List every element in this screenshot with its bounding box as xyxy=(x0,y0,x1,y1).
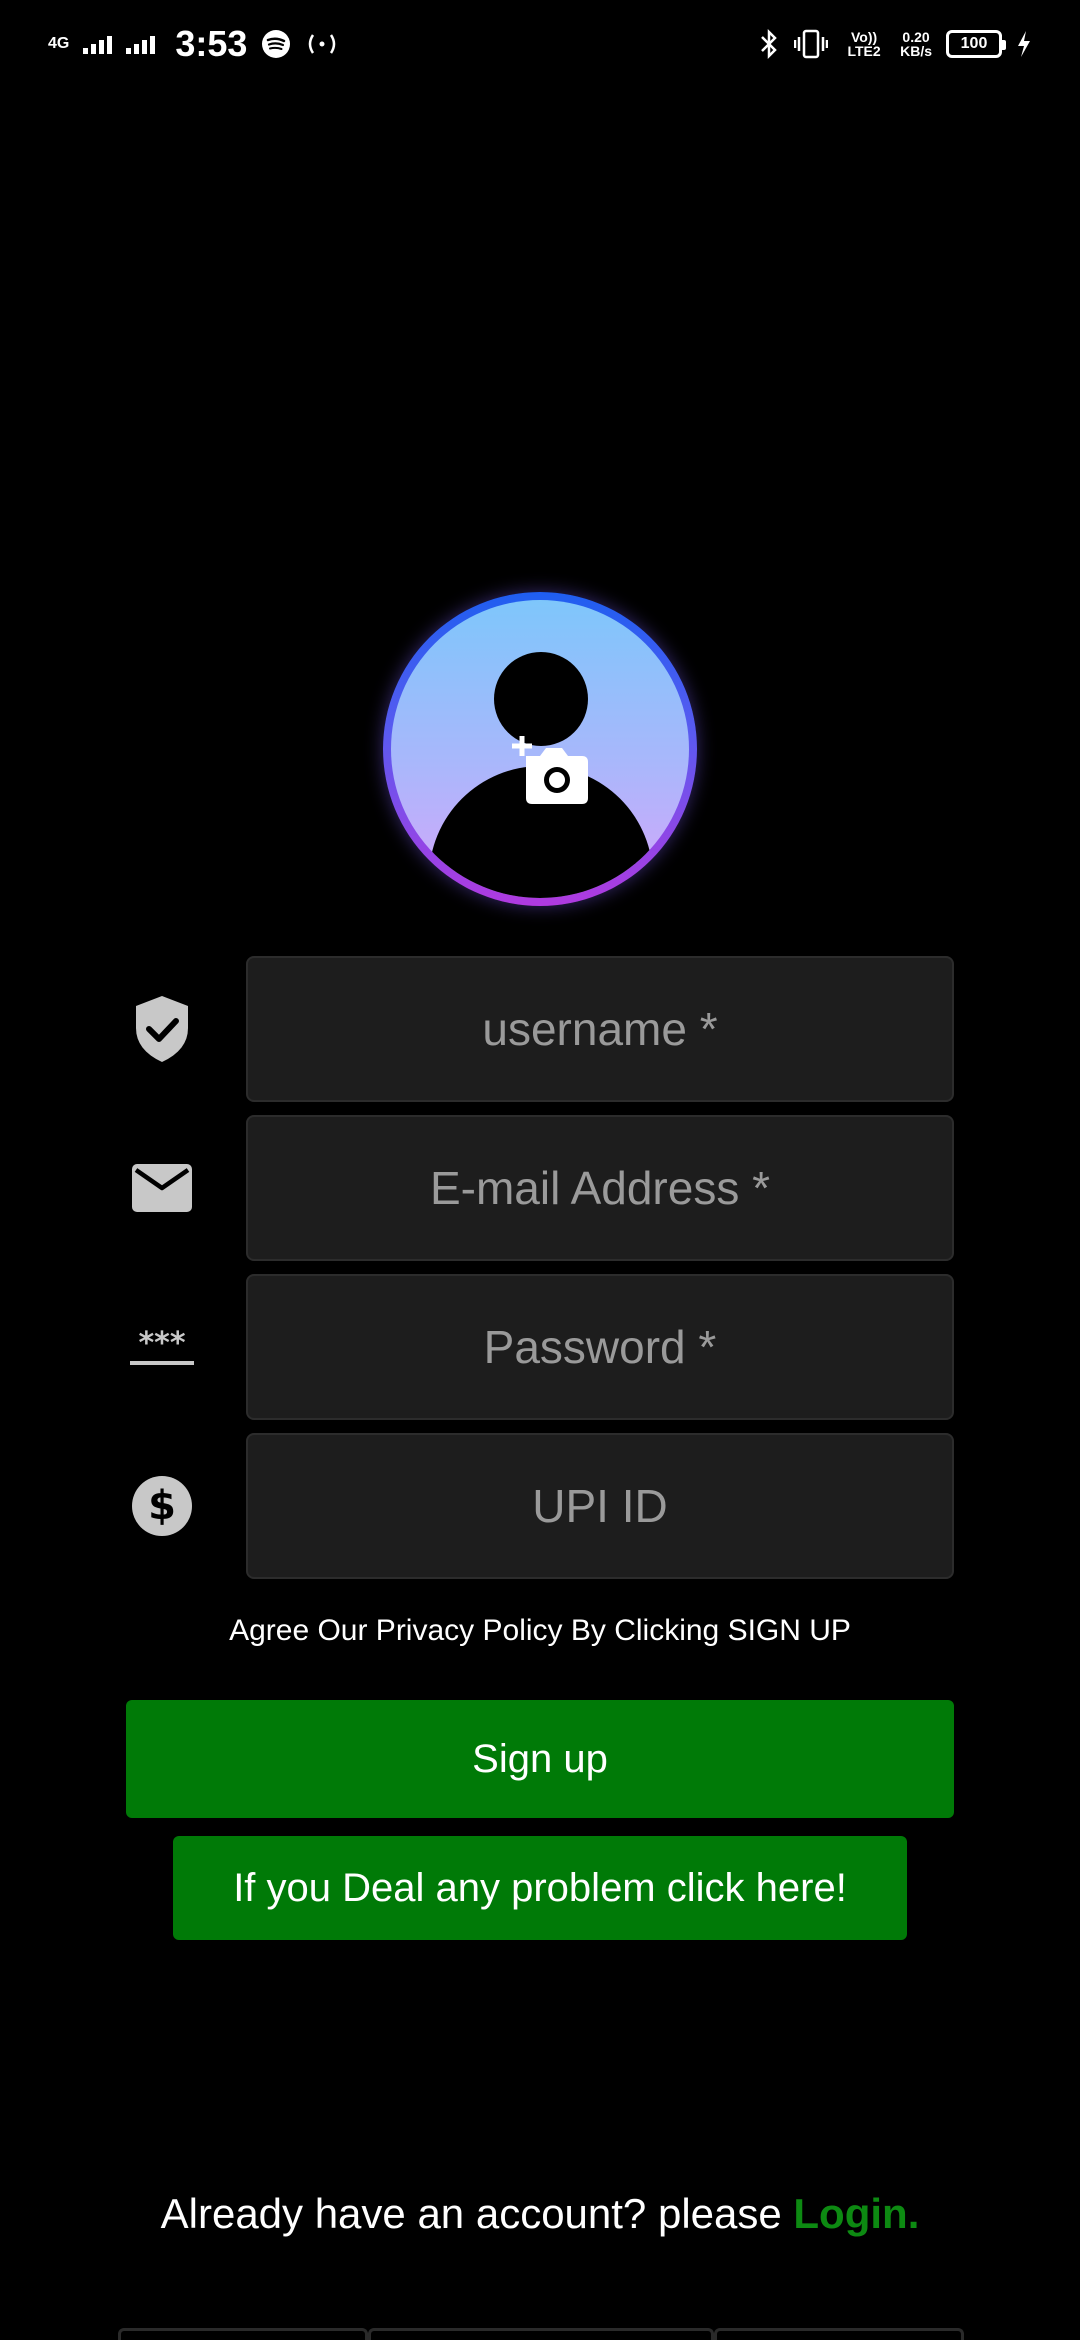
network-type: 4G xyxy=(48,35,70,52)
upi-row: $ xyxy=(0,1433,1080,1579)
password-icon: *** xyxy=(126,1311,198,1383)
username-input[interactable] xyxy=(248,958,952,1100)
charging-icon xyxy=(1018,31,1030,57)
nav-hint-center xyxy=(368,2328,714,2340)
net-speed: 0.20 KB/s xyxy=(900,30,932,58)
vibrate-icon xyxy=(794,29,829,59)
upi-field[interactable] xyxy=(246,1433,954,1579)
add-photo-icon[interactable] xyxy=(512,734,592,806)
volte-indicator: Vo)) LTE2 xyxy=(847,29,881,59)
email-row xyxy=(0,1115,1080,1261)
spotify-icon xyxy=(262,30,291,58)
dollar-icon: $ xyxy=(126,1470,198,1542)
avatar-head xyxy=(494,652,588,746)
email-field[interactable] xyxy=(246,1115,954,1261)
bluetooth-icon xyxy=(761,28,777,60)
signup-button[interactable]: Sign up xyxy=(126,1700,954,1818)
username-row xyxy=(0,956,1080,1102)
status-bar: 4G 3:53 Vo)) LTE2 0.20 KB/s 100 xyxy=(0,0,1080,88)
clock: 3:53 xyxy=(175,23,248,64)
signal-icon xyxy=(83,34,113,54)
login-prompt-row: Already have an account? please Login. xyxy=(0,2190,1080,2238)
signup-screen: 4G 3:53 Vo)) LTE2 0.20 KB/s 100 username… xyxy=(0,0,1080,2340)
signal-icon-2 xyxy=(126,34,156,54)
privacy-notice: Agree Our Privacy Policy By Clicking SIG… xyxy=(229,1614,851,1647)
verified-shield-icon xyxy=(126,993,198,1065)
password-input[interactable] xyxy=(248,1276,952,1418)
hotspot-icon xyxy=(309,34,336,54)
mail-icon xyxy=(126,1152,198,1224)
status-left: 4G 3:53 xyxy=(48,23,339,65)
username-field[interactable] xyxy=(246,956,954,1102)
nav-hint-right xyxy=(714,2328,964,2340)
login-link[interactable]: Login. xyxy=(793,2190,919,2237)
status-right: Vo)) LTE2 0.20 KB/s 100 xyxy=(758,28,1032,60)
battery-indicator: 100 xyxy=(946,30,1006,58)
help-button[interactable]: If you Deal any problem click here! xyxy=(173,1836,907,1940)
password-row: *** xyxy=(0,1274,1080,1420)
nav-hint-left xyxy=(118,2328,368,2340)
password-field[interactable] xyxy=(246,1274,954,1420)
svg-text:***: *** xyxy=(138,1327,185,1361)
svg-text:$: $ xyxy=(148,1483,176,1529)
email-input[interactable] xyxy=(248,1117,952,1259)
upi-input[interactable] xyxy=(248,1435,952,1577)
net-speed-unit: KB/s xyxy=(900,43,932,59)
login-prompt: Already have an account? please xyxy=(160,2190,782,2237)
